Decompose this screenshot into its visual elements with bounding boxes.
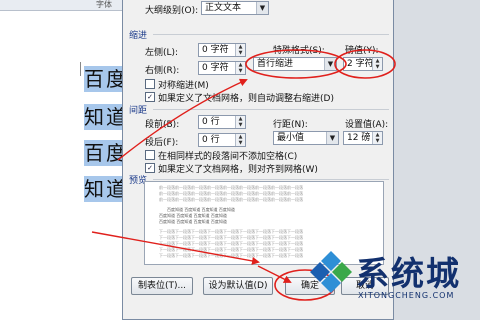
arrow-to-preview: [91, 231, 260, 265]
highlight-circle-by-value: [334, 49, 396, 79]
watermark-subtitle: XITONGCHENG.COM: [358, 291, 455, 300]
watermark-title: 系统城: [356, 254, 461, 293]
highlight-circle-special-indent: [245, 49, 347, 79]
site-watermark: 系统城 XITONGCHENG.COM: [306, 243, 478, 315]
arrow-to-special-indent: [117, 78, 248, 161]
diamond-logo-icon: [310, 251, 352, 293]
